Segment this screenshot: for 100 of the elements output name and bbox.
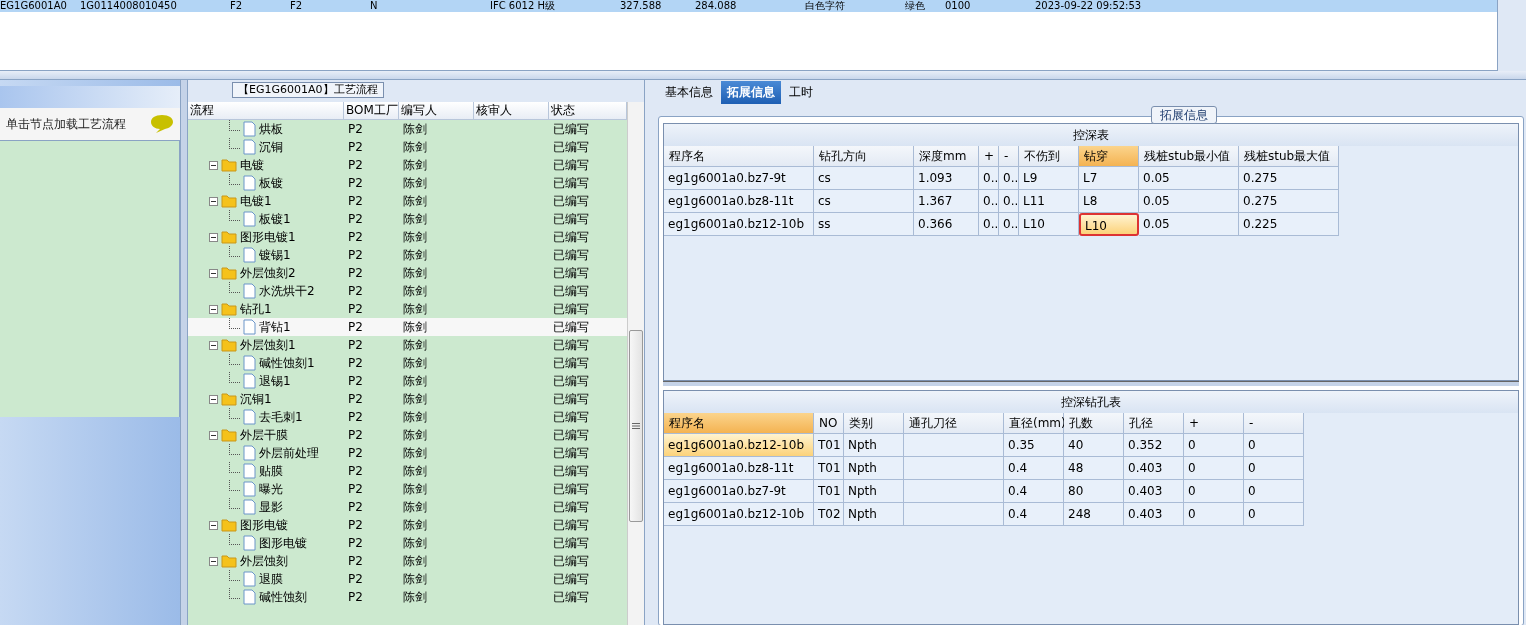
node-label: 外层蚀刻 xyxy=(240,553,288,570)
table-cell-text: EG1G6001A0 xyxy=(0,0,68,12)
table-cell: Npth xyxy=(844,457,904,480)
table-cell-text: 陈剑 xyxy=(402,139,428,156)
column-header[interactable]: 钻孔方向 xyxy=(814,146,914,167)
speech-bubble-icon xyxy=(150,114,174,134)
tree-row[interactable]: 退锡1 P2 陈剑 已编写 xyxy=(188,372,627,390)
table-cell-text: P2 xyxy=(347,139,364,156)
column-header[interactable]: 通孔刀径 xyxy=(904,413,1004,434)
file-icon xyxy=(243,409,256,425)
table-row[interactable]: eg1g6001a0.bz7-9t T01 Npth 0.4 80 0.403 0 0 xyxy=(664,480,1518,503)
column-header[interactable]: 不伤到 xyxy=(1019,146,1079,167)
table-cell-text: 2023-09-22 09:52:53 xyxy=(1035,0,1143,12)
tree-row[interactable]: 图形电镀1 P2 陈剑 已编写 xyxy=(188,228,627,246)
tree-row[interactable]: 图形电镀 P2 陈剑 已编写 xyxy=(188,534,627,552)
tree-row[interactable]: 电镀 P2 陈剑 已编写 xyxy=(188,156,627,174)
collapse-icon[interactable] xyxy=(209,394,218,404)
collapse-icon[interactable] xyxy=(209,196,218,206)
tree-row[interactable]: 外层蚀刻2 P2 陈剑 已编写 xyxy=(188,264,627,282)
tree-row[interactable]: 背钻1 P2 陈剑 已编写 xyxy=(188,318,627,336)
column-header[interactable]: 直径(mm) xyxy=(1004,413,1064,434)
column-header[interactable]: BOM工厂 xyxy=(344,102,399,119)
column-header[interactable]: 钻穿 xyxy=(1079,146,1139,167)
table-cell: 0.. xyxy=(999,213,1019,236)
column-header[interactable]: 孔径 xyxy=(1124,413,1184,434)
scroll-thumb[interactable] xyxy=(629,330,643,522)
column-header[interactable]: 孔数 xyxy=(1064,413,1124,434)
table-row[interactable]: eg1g6001a0.bz12-10b ss 0.366 0.. 0.. L10 L10 0.05 0.225 xyxy=(664,213,1518,236)
tree-row[interactable]: 外层干膜 P2 陈剑 已编写 xyxy=(188,426,627,444)
tree-row[interactable]: 板镀1 P2 陈剑 已编写 xyxy=(188,210,627,228)
table-row[interactable]: eg1g6001a0.bz7-9t cs 1.093 0.. 0.. L9 L7 0.05 0.275 xyxy=(664,167,1518,190)
table-row[interactable]: eg1g6001a0.bz12-10b T02 Npth 0.4 248 0.403 0 0 xyxy=(664,503,1518,526)
column-header[interactable]: - xyxy=(1244,413,1304,434)
tree-row[interactable]: 显影 P2 陈剑 已编写 xyxy=(188,498,627,516)
tree-row[interactable]: 碱性蚀刻1 P2 陈剑 已编写 xyxy=(188,354,627,372)
table-cell-text: 已编写 xyxy=(552,481,590,498)
column-header[interactable]: 流程 xyxy=(188,102,344,119)
folder-icon xyxy=(221,158,237,172)
node-label: 背钻1 xyxy=(259,319,291,336)
tree-row[interactable]: 沉铜1 P2 陈剑 已编写 xyxy=(188,390,627,408)
tree-row[interactable]: 沉铜 P2 陈剑 已编写 xyxy=(188,138,627,156)
tree-row[interactable]: 水洗烘干2 P2 陈剑 已编写 xyxy=(188,282,627,300)
tab[interactable]: 基本信息 xyxy=(659,81,719,104)
collapse-icon[interactable] xyxy=(209,268,218,278)
tab[interactable]: 工时 xyxy=(783,81,819,104)
table-cell: 80 xyxy=(1064,480,1124,503)
collapse-icon[interactable] xyxy=(209,304,218,314)
tree-row[interactable]: 图形电镀 P2 陈剑 已编写 xyxy=(188,516,627,534)
column-header[interactable]: NO xyxy=(814,413,844,434)
column-header[interactable]: 残桩stub最小值 xyxy=(1139,146,1239,167)
column-header[interactable]: - xyxy=(999,146,1019,167)
tree-row[interactable]: 板镀 P2 陈剑 已编写 xyxy=(188,174,627,192)
tree-row[interactable]: 外层蚀刻 P2 陈剑 已编写 xyxy=(188,552,627,570)
tree-row[interactable]: 曝光 P2 陈剑 已编写 xyxy=(188,480,627,498)
column-header[interactable]: 编写人 xyxy=(399,102,474,119)
table-cell: L9 xyxy=(1019,167,1079,190)
tree-row[interactable]: 碱性蚀刻 P2 陈剑 已编写 xyxy=(188,588,627,606)
collapse-icon[interactable] xyxy=(209,340,218,350)
table-cell-text: P2 xyxy=(347,481,364,498)
table-cell: 0.4 xyxy=(1004,480,1064,503)
table-cell-text: 陈剑 xyxy=(402,229,428,246)
collapse-icon[interactable] xyxy=(209,430,218,440)
tree-row[interactable]: 外层蚀刻1 P2 陈剑 已编写 xyxy=(188,336,627,354)
column-header[interactable]: + xyxy=(979,146,999,167)
table-row[interactable]: eg1g6001a0.bz8-11t T01 Npth 0.4 48 0.403 0 0 xyxy=(664,457,1518,480)
tree-row[interactable]: 贴膜 P2 陈剑 已编写 xyxy=(188,462,627,480)
table-cell: ss xyxy=(814,213,914,236)
tree-row[interactable]: 钻孔1 P2 陈剑 已编写 xyxy=(188,300,627,318)
tree-row[interactable]: 烘板 P2 陈剑 已编写 xyxy=(188,120,627,138)
file-icon xyxy=(243,283,256,299)
scrollbar[interactable] xyxy=(627,102,644,625)
collapse-icon[interactable] xyxy=(209,160,218,170)
tree-row[interactable]: 电镀1 P2 陈剑 已编写 xyxy=(188,192,627,210)
collapse-icon[interactable] xyxy=(209,520,218,530)
column-header[interactable]: 程序名 xyxy=(664,413,814,434)
table-cell-text: 白色字符 xyxy=(805,0,846,12)
table-cell-text: 已编写 xyxy=(552,157,590,174)
tree-row[interactable]: 去毛刺1 P2 陈剑 已编写 xyxy=(188,408,627,426)
table-cell: 0.05 xyxy=(1139,190,1239,213)
column-header[interactable]: 程序名 xyxy=(664,146,814,167)
table-cell: 0.05 xyxy=(1139,213,1239,236)
tree-row[interactable]: 外层前处理 P2 陈剑 已编写 xyxy=(188,444,627,462)
table-row[interactable]: eg1g6001a0.bz12-10b T01 Npth 0.35 40 0.352 0 0 xyxy=(664,434,1518,457)
tree-row[interactable]: 退膜 P2 陈剑 已编写 xyxy=(188,570,627,588)
column-header[interactable]: 深度mm xyxy=(914,146,979,167)
table-cell-text: 327.588 xyxy=(620,0,663,12)
column-header[interactable]: 类别 xyxy=(844,413,904,434)
file-icon xyxy=(243,499,256,515)
column-header[interactable]: 残桩stub最大值 xyxy=(1239,146,1339,167)
file-icon xyxy=(243,535,256,551)
table-row[interactable]: EG1G6001A0 1G0114008010450 F2 F2 N IFC 6012 H级 327.588 284.088 白色字符 绿色 0100 2023-09-22 09:52:53 xyxy=(0,0,1497,12)
tree-row[interactable]: 镀锡1 P2 陈剑 已编写 xyxy=(188,246,627,264)
table-row[interactable]: eg1g6001a0.bz8-11t cs 1.367 0.. 0.. L11 L8 0.05 0.275 xyxy=(664,190,1518,213)
table-cell: 0 xyxy=(1184,480,1244,503)
column-header[interactable]: + xyxy=(1184,413,1244,434)
table-cell-text: 陈剑 xyxy=(402,319,428,336)
column-header[interactable]: 核审人 xyxy=(474,102,549,119)
tab[interactable]: 拓展信息 xyxy=(721,81,781,104)
collapse-icon[interactable] xyxy=(209,556,218,566)
collapse-icon[interactable] xyxy=(209,232,218,242)
